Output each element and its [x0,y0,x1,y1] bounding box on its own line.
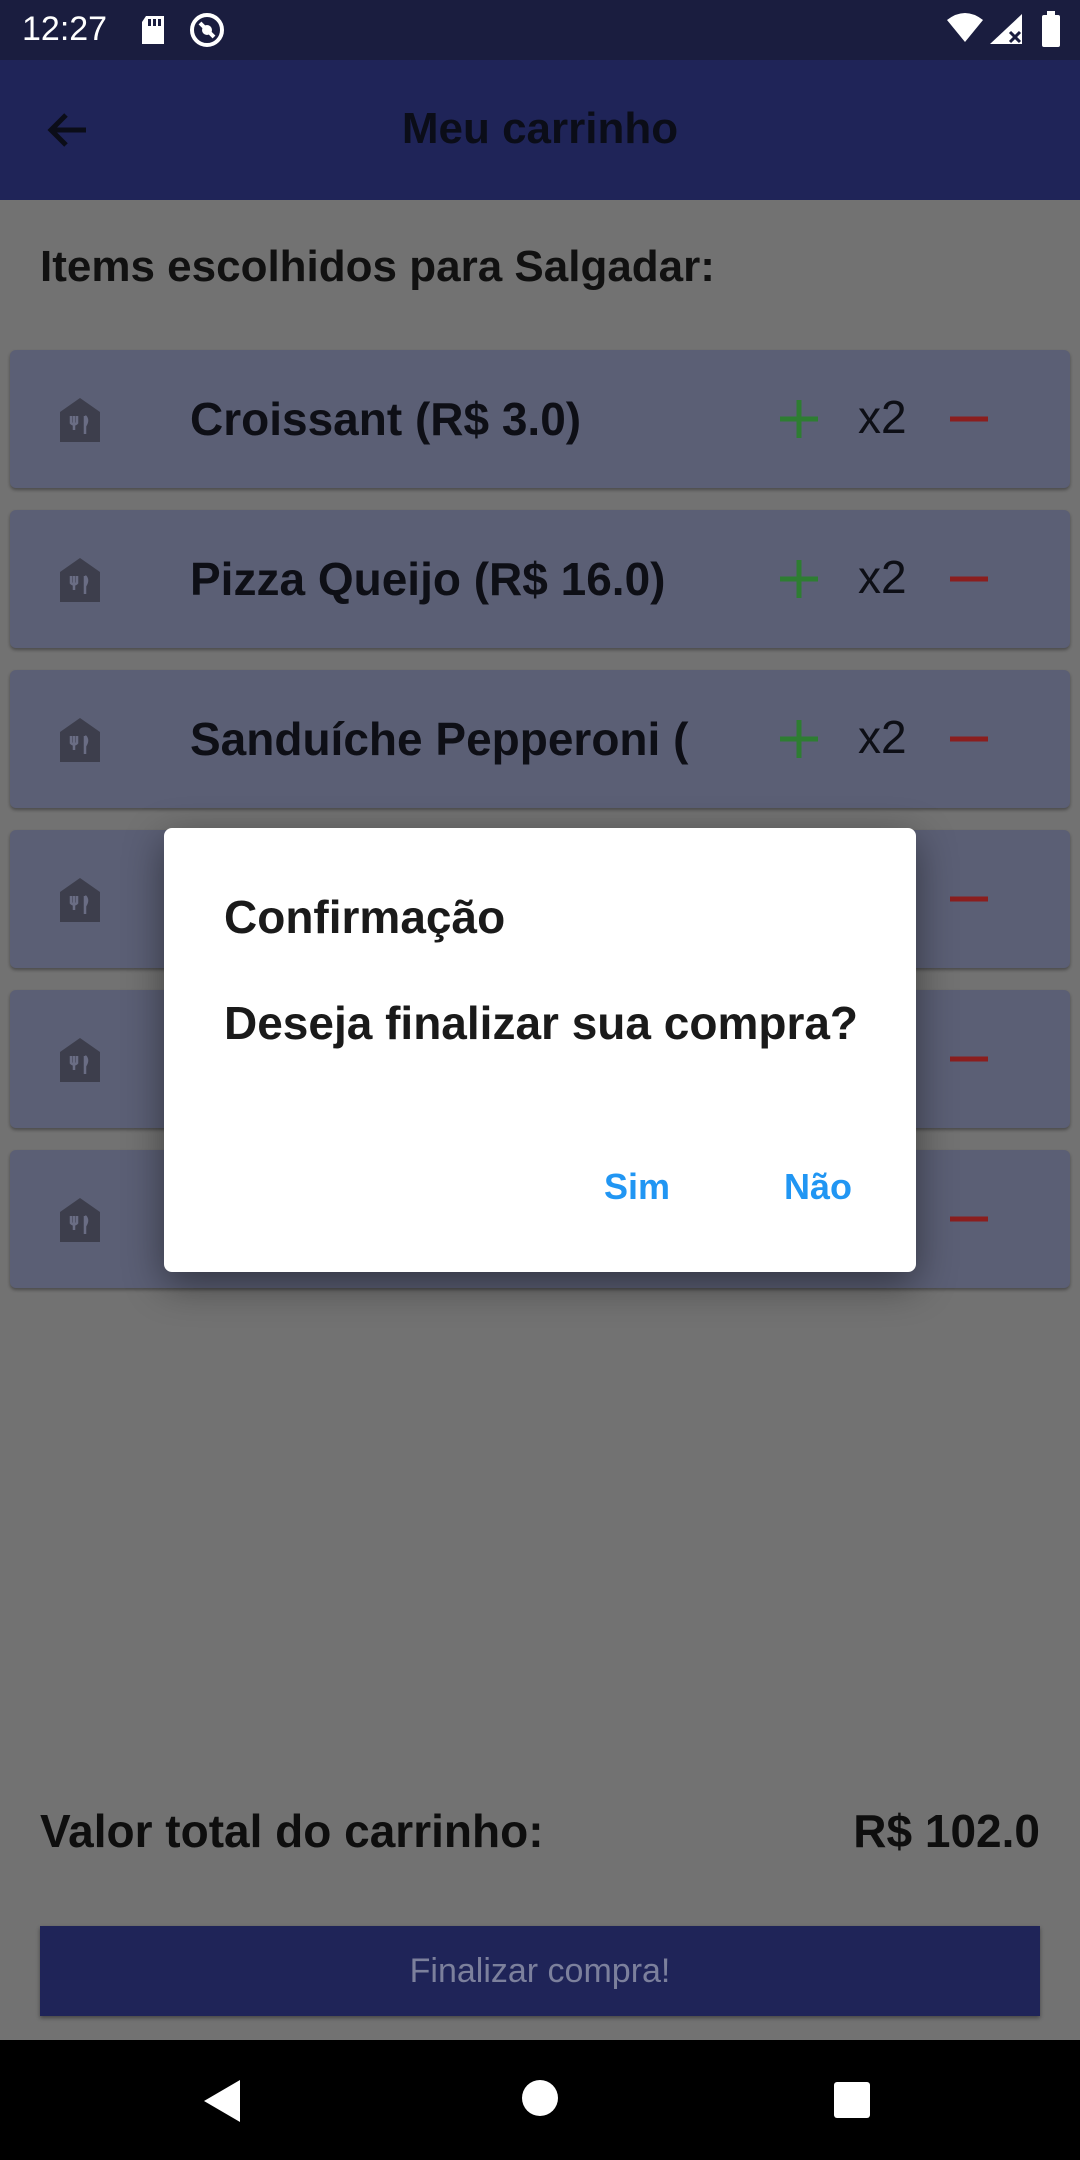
cart-item: Pizza Queijo (R$ 16.0) x2 [10,510,1070,648]
item-name: Croissant (R$ 3.0) [190,393,582,445]
item-quantity: x2 [858,391,907,443]
remove-quantity-button[interactable] [944,1194,994,1244]
total-value: R$ 102.0 [853,1805,1040,1857]
confirmation-dialog: Confirmação Deseja finalizar sua compra?… [164,828,916,1272]
app-bar: Meu carrinho [0,60,1080,200]
cart-heading: Items escolhidos para Salgadar: [40,242,715,291]
remove-quantity-button[interactable] [944,554,994,604]
cart-item: Croissant (R$ 3.0) x2 [10,350,1070,488]
cart-item: Sanduíche Pepperoni ( x2 [10,670,1070,808]
sd-card-icon [138,14,168,51]
nav-back-icon[interactable] [200,2078,244,2129]
confirm-no-button[interactable]: Não [784,1166,852,1208]
remove-quantity-button[interactable] [944,394,994,444]
remove-quantity-button[interactable] [944,874,994,924]
data-saver-icon [188,11,226,54]
wifi-icon [946,12,984,49]
system-nav-bar [0,2040,1080,2160]
remove-quantity-button[interactable] [944,714,994,764]
status-time: 12:27 [22,10,108,48]
restaurant-icon [58,396,102,449]
confirm-yes-button[interactable]: Sim [604,1166,670,1208]
remove-quantity-button[interactable] [944,1034,994,1084]
add-quantity-button[interactable] [774,714,824,764]
signal-icon [988,12,1024,51]
dialog-title: Confirmação [224,891,506,943]
item-name: Sanduíche Pepperoni ( [190,713,689,765]
battery-icon [1040,11,1062,52]
page-title: Meu carrinho [401,104,679,153]
nav-recents-icon[interactable] [832,2080,872,2125]
dialog-message: Deseja finalizar sua compra? [224,997,859,1049]
restaurant-icon [58,1196,102,1249]
status-bar: 12:27 [0,0,1080,60]
item-name: Pizza Queijo (R$ 16.0) [190,553,666,605]
add-quantity-button[interactable] [774,554,824,604]
item-quantity: x2 [858,551,907,603]
restaurant-icon [58,556,102,609]
add-quantity-button[interactable] [774,394,824,444]
item-quantity: x2 [858,711,907,763]
nav-home-icon[interactable] [520,2078,560,2123]
restaurant-icon [58,876,102,929]
restaurant-icon [58,1036,102,1089]
finish-purchase-button[interactable]: Finalizar compra! [40,1926,1040,2016]
restaurant-icon [58,716,102,769]
total-label: Valor total do carrinho: [40,1805,544,1857]
